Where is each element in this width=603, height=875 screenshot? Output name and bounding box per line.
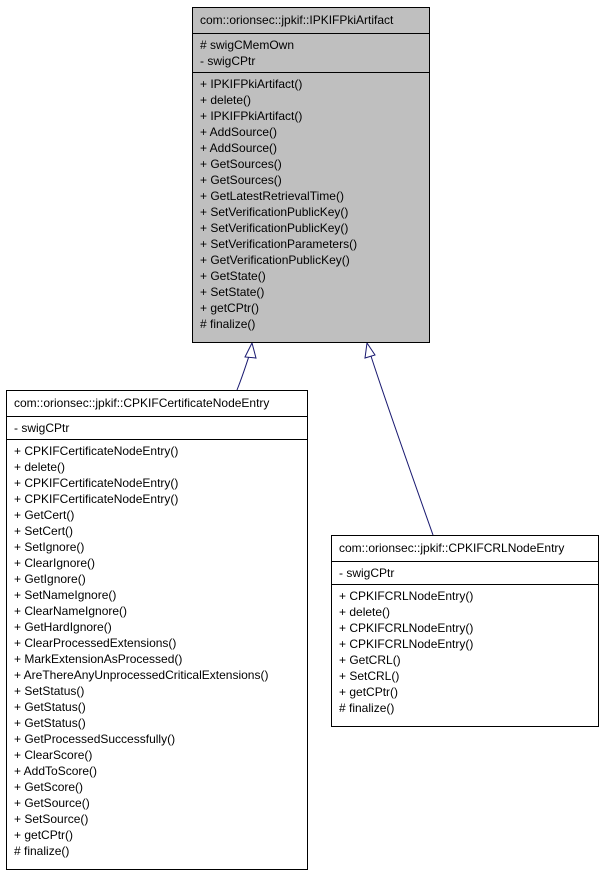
method: + GetProcessedSuccessfully()	[14, 732, 176, 746]
method: + SetStatus()	[14, 684, 85, 698]
attribute: - swigCPtr	[339, 566, 395, 580]
method: + ClearProcessedExtensions()	[14, 636, 177, 650]
method: + AddSource()	[200, 125, 278, 139]
generalization-arrowhead-icon	[364, 341, 376, 359]
edge-crl-to-artifact	[364, 341, 434, 536]
method: + CPKIFCRLNodeEntry()	[339, 589, 474, 603]
method: + delete()	[14, 460, 66, 474]
method: + GetVerificationPublicKey()	[200, 253, 350, 267]
method: + SetIgnore()	[14, 540, 85, 554]
method: + MarkExtensionAsProcessed()	[14, 652, 183, 666]
method: + getCPtr()	[14, 828, 74, 842]
method: + GetCert()	[14, 508, 75, 522]
method: + GetState()	[200, 269, 266, 283]
method: + GetStatus()	[14, 716, 86, 730]
method: + GetSources()	[200, 173, 282, 187]
method: + SetNameIgnore()	[14, 588, 117, 602]
method: + CPKIFCRLNodeEntry()	[339, 637, 474, 651]
methods-section: + CPKIFCertificateNodeEntry() + delete()…	[7, 439, 307, 862]
method: + CPKIFCertificateNodeEntry()	[14, 476, 179, 490]
class-cpkifcertificatenodeentry[interactable]: com::orionsec::jpkif::CPKIFCertificateNo…	[6, 390, 308, 870]
method: + GetHardIgnore()	[14, 620, 112, 634]
method: + CPKIFCertificateNodeEntry()	[14, 492, 179, 506]
method: + AddSource()	[200, 141, 278, 155]
method: # finalize()	[200, 317, 256, 331]
method: + IPKIFPkiArtifact()	[200, 77, 303, 91]
method: + SetCRL()	[339, 669, 400, 683]
class-title: com::orionsec::jpkif::IPKIFPkiArtifact	[200, 13, 394, 27]
method: + CPKIFCRLNodeEntry()	[339, 621, 474, 635]
method: + SetVerificationPublicKey()	[200, 205, 349, 219]
method: + GetCRL()	[339, 653, 401, 667]
method: + IPKIFPkiArtifact()	[200, 109, 303, 123]
class-ipkifpkiartifact[interactable]: com::orionsec::jpkif::IPKIFPkiArtifact #…	[192, 7, 430, 343]
method: + delete()	[339, 605, 391, 619]
attributes-section: - swigCPtr	[7, 416, 307, 439]
method: + SetCert()	[14, 524, 74, 538]
method: + getCPtr()	[200, 301, 260, 315]
method: + CPKIFCertificateNodeEntry()	[14, 444, 179, 458]
methods-section: + CPKIFCRLNodeEntry() + delete() + CPKIF…	[332, 584, 598, 719]
method: + ClearIgnore()	[14, 556, 96, 570]
method: + GetSource()	[14, 796, 90, 810]
method: + GetLatestRetrievalTime()	[200, 189, 344, 203]
method: + AreThereAnyUnprocessedCriticalExtensio…	[14, 668, 269, 682]
method: + SetVerificationParameters()	[200, 237, 358, 251]
method: + AddToScore()	[14, 764, 98, 778]
edge-certificate-to-artifact	[236, 341, 257, 391]
method: + getCPtr()	[339, 685, 399, 699]
method: + delete()	[200, 93, 252, 107]
class-cpkifcrlnodeentry[interactable]: com::orionsec::jpkif::CPKIFCRLNodeEntry …	[331, 535, 599, 727]
class-title: com::orionsec::jpkif::CPKIFCertificateNo…	[14, 396, 270, 410]
method: # finalize()	[14, 844, 70, 858]
method: + GetScore()	[14, 780, 84, 794]
attribute: - swigCPtr	[200, 54, 256, 68]
attributes-section: # swigCMemOwn - swigCPtr	[193, 33, 429, 72]
generalization-arrowhead-icon	[244, 341, 257, 359]
methods-section: + IPKIFPkiArtifact() + delete() + IPKIFP…	[193, 72, 429, 335]
method: + ClearScore()	[14, 748, 93, 762]
method: # finalize()	[339, 701, 395, 715]
attributes-section: - swigCPtr	[332, 561, 598, 584]
method: + GetSources()	[200, 157, 282, 171]
method: + GetIgnore()	[14, 572, 86, 586]
method: + SetSource()	[14, 812, 89, 826]
class-title: com::orionsec::jpkif::CPKIFCRLNodeEntry	[339, 541, 565, 555]
method: + ClearNameIgnore()	[14, 604, 128, 618]
attribute: - swigCPtr	[14, 421, 70, 435]
method: + SetState()	[200, 285, 265, 299]
attribute: # swigCMemOwn	[200, 38, 295, 52]
method: + SetVerificationPublicKey()	[200, 221, 349, 235]
method: + GetStatus()	[14, 700, 86, 714]
